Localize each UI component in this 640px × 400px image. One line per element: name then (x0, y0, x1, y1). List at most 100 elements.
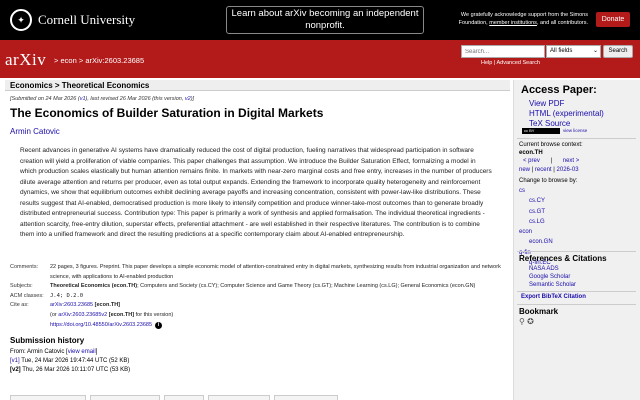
bibsonomy-icon[interactable]: ⚲ (519, 317, 525, 326)
ack-text-3: , and all contributors. (536, 20, 588, 26)
breadcrumb-sep: > (78, 56, 84, 65)
chevron-down-icon: ⌄ (592, 48, 598, 54)
cornell-logo[interactable]: ✦ Cornell University (10, 9, 135, 31)
comments-value: 22 pages, 3 figures. Preprint. This pape… (50, 264, 501, 280)
breadcrumb: > econ > arXiv:2603.23685 (54, 56, 144, 65)
next-link[interactable]: next > (563, 158, 580, 164)
submission-dates: [Submitted on 24 Mar 2026 (v1), last rev… (10, 96, 194, 102)
submission-history-title: Submission history (10, 336, 85, 345)
paper-title: The Economics of Builder Saturation in D… (10, 106, 324, 120)
comments-row: Comments: 22 pages, 3 figures. Preprint.… (10, 263, 510, 282)
change-browse-label: Change to browse by: (519, 178, 578, 184)
nasa-ads-link[interactable]: NASA ADS (529, 265, 576, 273)
cc-license-badge[interactable]: cc BY (522, 128, 560, 134)
ack-text-2: Foundation, (458, 20, 488, 26)
divider (517, 251, 636, 252)
browse-econ[interactable]: econ (519, 227, 553, 237)
access-links: View PDF HTML (experimental) TeX Source (529, 99, 604, 129)
arxiv-logo[interactable]: arXiv (5, 50, 46, 70)
google-scholar-link[interactable]: Google Scholar (529, 273, 576, 281)
author-link[interactable]: Armin Catovic (10, 127, 60, 136)
breadcrumb-sep: > (54, 56, 59, 65)
cite-value: arXiv:2603.23685 [econ.TH] (or arXiv:260… (50, 301, 510, 330)
bottom-tab[interactable] (208, 395, 270, 400)
cite-or: (or (50, 311, 57, 318)
browse-econ-gn[interactable]: econ.GN (519, 237, 553, 247)
browse-cs-gt[interactable]: cs.GT (519, 207, 553, 217)
acm-row: ACM classes: J.4; D.2.0 (10, 292, 510, 302)
history-v1-link[interactable]: [v1] (10, 358, 20, 364)
access-paper-title: Access Paper: (521, 84, 597, 96)
browse-cs-cy[interactable]: cs.CY (519, 196, 553, 206)
semantic-scholar-link[interactable]: Semantic Scholar (529, 281, 576, 289)
search-button[interactable]: Search (603, 45, 633, 58)
recent-link[interactable]: recent (535, 167, 552, 173)
view-license-link[interactable]: view license (563, 128, 587, 133)
export-bibtex-link[interactable]: Export BibTeX Citation (521, 293, 586, 301)
announcement-banner[interactable]: Learn about arXiv becoming an independen… (226, 6, 424, 34)
cite-version-link[interactable]: arXiv:2603.23685v2 (58, 312, 107, 318)
submitted-text: )] (190, 96, 195, 102)
subject-heading: Economics > Theoretical Economics (10, 81, 150, 90)
view-pdf-link[interactable]: View PDF (529, 99, 604, 109)
breadcrumb-econ[interactable]: econ (60, 56, 76, 65)
prev-link[interactable]: < prev (523, 158, 540, 164)
search-field-select[interactable]: All fields ⌄ (546, 45, 601, 58)
new-link[interactable]: new (519, 167, 530, 173)
subjects-label: Subjects: (10, 283, 33, 290)
primary-subject: Theoretical Economics (econ.TH) (50, 283, 138, 290)
bookmark-icons: ⚲ ✪ (519, 318, 534, 326)
help-link[interactable]: Help (481, 60, 492, 66)
search-field-value: All fields (550, 48, 573, 54)
bottom-tab[interactable] (90, 395, 160, 400)
nav-sep: | (553, 167, 555, 173)
history-from: From: Armin Catovic [ (10, 349, 68, 355)
divider (517, 291, 636, 292)
cite-subject: [econ.TH] (94, 302, 121, 309)
member-institutions-link[interactable]: member institutions (489, 20, 537, 26)
browse-context: Current browse context: econ.TH (519, 141, 583, 157)
nav-sep: | (531, 167, 534, 173)
subjects-row: Subjects: Theoretical Economics (econ.TH… (10, 282, 510, 292)
help-links: Help | Advanced Search (481, 60, 540, 66)
history-v1: Tue, 24 Mar 2026 19:47:44 UTC (52 KB) (19, 358, 130, 364)
advanced-search-link[interactable]: Advanced Search (497, 60, 540, 66)
references-list: NASA ADS Google Scholar Semantic Scholar (529, 265, 576, 289)
browse-cs[interactable]: cs (519, 186, 553, 196)
date-link[interactable]: 2026-03 (557, 167, 579, 173)
abstract: Recent advances in generative AI systems… (20, 147, 492, 238)
html-link[interactable]: HTML (experimental) (529, 109, 604, 119)
acknowledgement: We gratefully acknowledge support from t… (442, 11, 588, 27)
prev-next-nav: < prev | next > (523, 157, 579, 165)
submitted-text: [Submitted on 24 Mar 2026 ( (10, 96, 80, 102)
help-sep: | (493, 60, 496, 66)
bottom-tab[interactable] (274, 395, 338, 400)
subjects-value: Theoretical Economics (econ.TH); Compute… (50, 282, 510, 292)
history-v2-tag: [v2] (10, 367, 21, 373)
reddit-icon[interactable]: ✪ (527, 317, 534, 326)
nav-sep: | (550, 158, 553, 164)
bottom-tab[interactable] (10, 395, 86, 400)
cite-row: Cite as: arXiv:2603.23685 [econ.TH] (or … (10, 301, 510, 330)
metadata-table: Comments: 22 pages, 3 figures. Preprint.… (10, 263, 510, 330)
new-recent-nav: new | recent | 2026-03 (519, 166, 579, 174)
info-icon[interactable]: i (155, 321, 163, 329)
cite-link[interactable]: arXiv:2603.23685 (50, 302, 93, 308)
breadcrumb-paper-id: arXiv:2603.23685 (85, 56, 145, 65)
submitted-text: ), last revised 26 Mar 2026 (this versio… (85, 96, 185, 102)
bottom-tab[interactable] (164, 395, 204, 400)
view-email-link[interactable]: view email (68, 349, 96, 355)
search-input[interactable] (461, 45, 545, 58)
ack-text-1: We gratefully acknowledge support from t… (460, 12, 588, 18)
cornell-seal-icon: ✦ (10, 9, 32, 31)
doi-link[interactable]: https://doi.org/10.48550/arXiv.2603.2368… (50, 322, 152, 328)
divider (517, 138, 636, 139)
comments-label: Comments: (10, 264, 39, 270)
university-name: Cornell University (38, 12, 136, 27)
submission-history: From: Armin Catovic [view email] [v1] Tu… (10, 348, 130, 375)
bottom-tabs (10, 395, 338, 400)
acm-value: J.4; D.2.0 (50, 292, 84, 299)
donate-button[interactable]: Donate (596, 12, 630, 27)
browse-cs-lg[interactable]: cs.LG (519, 217, 553, 227)
cite-label: Cite as: (10, 302, 29, 309)
